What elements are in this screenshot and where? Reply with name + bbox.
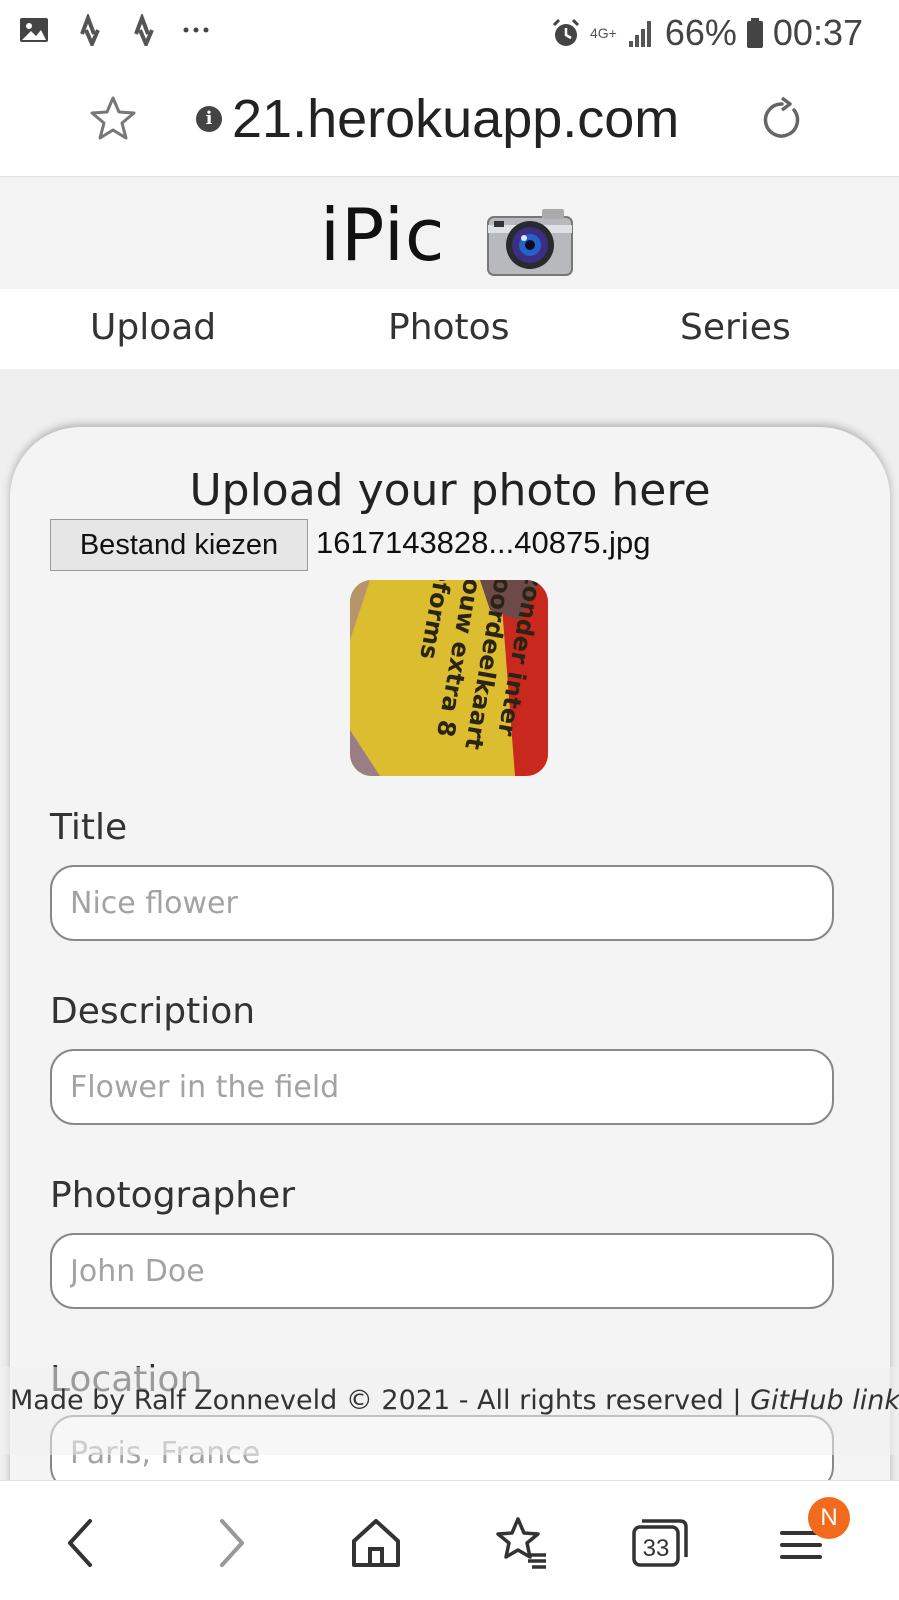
signal-icon [628, 21, 651, 47]
footer-text: Made by Ralf Zonneveld © 2021 - All righ… [10, 1385, 899, 1416]
bookmark-star-icon[interactable] [88, 94, 138, 144]
status-left-icons [18, 14, 212, 46]
clock: 00:37 [772, 12, 863, 53]
status-bar: 4G+ 66% 00:37 [0, 0, 899, 64]
battery-percent: 66% [664, 12, 737, 53]
tab-count: 33 [643, 1535, 670, 1562]
nav-series[interactable]: Series [680, 307, 791, 348]
upload-card: Upload your photo here Bestand kiezen 16… [10, 427, 890, 1480]
bookmarks-icon[interactable] [492, 1513, 552, 1573]
menu-notification-badge: N [808, 1497, 850, 1539]
upload-heading: Upload your photo here [189, 465, 711, 516]
url-text[interactable]: 21.herokuapp.com [232, 88, 679, 150]
main-nav: Upload Photos Series [0, 289, 899, 369]
status-right: 4G+ 66% 00:37 [550, 12, 863, 54]
back-icon[interactable] [52, 1513, 112, 1573]
photo-preview: zonder inter voordeelkaart bouw extra 8 … [350, 580, 548, 776]
gallery-icon [20, 18, 48, 42]
photographer-label: Photographer [50, 1175, 296, 1216]
network-type: 4G+ [589, 25, 617, 41]
page-footer: Made by Ralf Zonneveld © 2021 - All righ… [0, 1367, 899, 1455]
preview-image: zonder inter voordeelkaart bouw extra 8 … [350, 580, 548, 776]
alarm-icon [552, 18, 580, 46]
strava-icon [80, 14, 100, 46]
forward-icon[interactable] [200, 1513, 260, 1573]
brand-header: iPic [0, 177, 899, 289]
description-input[interactable] [50, 1049, 834, 1125]
battery-icon [746, 18, 763, 48]
tabs-icon[interactable]: 33 [628, 1513, 692, 1573]
selected-file-name: 1617143828...40875.jpg [316, 525, 651, 560]
browser-url-bar: i 21.herokuapp.com [0, 64, 899, 177]
home-icon[interactable] [346, 1513, 406, 1573]
footer-copyright: Made by Ralf Zonneveld © 2021 - All righ… [10, 1385, 751, 1416]
web-page: iPic Upload Photos Series Upload your ph… [0, 177, 899, 1480]
description-label: Description [50, 991, 256, 1032]
photographer-input[interactable] [50, 1233, 834, 1309]
site-info-icon[interactable]: i [196, 106, 222, 132]
title-input[interactable] [50, 865, 834, 941]
choose-file-button[interactable]: Bestand kiezen [50, 519, 308, 571]
nav-upload[interactable]: Upload [90, 307, 216, 348]
reload-icon[interactable] [758, 96, 806, 144]
app-title: iPic [320, 193, 446, 277]
camera-icon [487, 209, 573, 276]
more-icon [183, 27, 209, 33]
browser-bottom-bar: 33 N [0, 1480, 899, 1600]
nav-photos[interactable]: Photos [388, 307, 509, 348]
title-label: Title [50, 807, 128, 848]
github-link[interactable]: GitHub link [750, 1385, 899, 1416]
strava-icon [134, 14, 154, 46]
